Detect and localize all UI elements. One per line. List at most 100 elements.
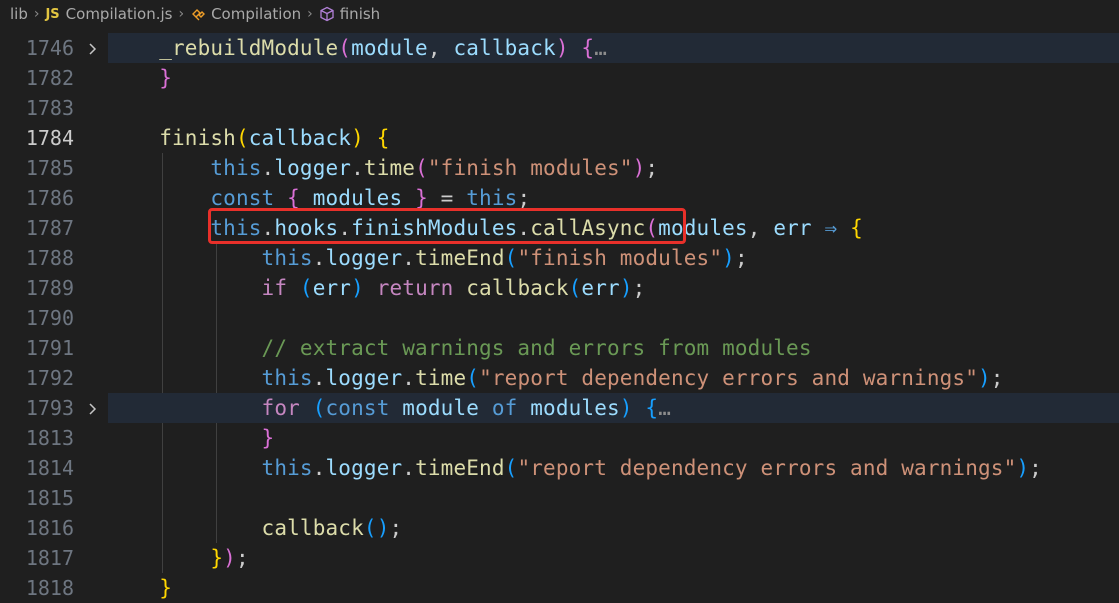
code-editor[interactable]: 1746 _rebuildModule(module, callback) {……: [0, 32, 1119, 600]
code-line[interactable]: 1787 this.hooks.finishModules.callAsync(…: [0, 213, 1119, 243]
chevron-right-icon: ›: [307, 6, 313, 22]
code-token: modules: [312, 186, 403, 210]
code-token: .: [338, 216, 352, 240]
code-token: }: [159, 576, 172, 600]
code-token: modules: [530, 396, 620, 420]
code-line[interactable]: 1788 this.logger.timeEnd("finish modules…: [0, 243, 1119, 273]
code-token: .: [312, 456, 326, 480]
code-token: .: [402, 246, 416, 270]
line-number: 1788: [25, 246, 74, 270]
code-token: ;: [734, 246, 748, 270]
line-number: 1791: [25, 336, 74, 360]
code-token: ): [619, 396, 633, 420]
code-line[interactable]: 1789 if (err) return callback(err);: [0, 273, 1119, 303]
breadcrumb-file[interactable]: Compilation.js: [66, 5, 173, 23]
code-token: .: [351, 156, 364, 180]
code-token: {: [287, 186, 300, 210]
code-token: for: [261, 396, 300, 420]
code-text: }: [108, 63, 172, 93]
code-line[interactable]: 1783: [0, 93, 1119, 123]
code-token: _rebuildModule: [159, 36, 339, 60]
code-line[interactable]: 1793 for (const module of modules) {…: [0, 393, 1119, 423]
js-file-icon: JS: [45, 6, 60, 22]
code-token: (: [299, 276, 313, 300]
code-line[interactable]: 1817 });: [0, 543, 1119, 573]
code-text: this.logger.timeEnd("finish modules");: [108, 243, 748, 273]
code-text: this.logger.timeEnd("report dependency e…: [108, 453, 1042, 483]
code-token: (: [415, 156, 428, 180]
code-line[interactable]: 1746 _rebuildModule(module, callback) {…: [0, 33, 1119, 63]
code-token: "report dependency errors and warnings": [517, 456, 1017, 480]
code-text: this.hooks.finishModules.callAsync(modul…: [108, 213, 863, 243]
code-token: }: [261, 426, 275, 450]
code-token: ;: [632, 276, 646, 300]
code-token: time: [415, 366, 467, 390]
code-line[interactable]: 1815: [0, 483, 1119, 513]
code-line[interactable]: 1786 const { modules } = this;: [0, 183, 1119, 213]
code-token: {: [645, 396, 659, 420]
code-token: this: [210, 156, 262, 180]
code-token: timeEnd: [415, 456, 505, 480]
code-line[interactable]: 1784 finish(callback) {: [0, 123, 1119, 153]
fold-chevron-right-icon[interactable]: [86, 401, 100, 415]
line-number: 1785: [25, 156, 74, 180]
chevron-right-icon: ›: [33, 6, 40, 22]
code-line[interactable]: 1785 this.logger.time("finish modules");: [0, 153, 1119, 183]
code-line[interactable]: 1790: [0, 303, 1119, 333]
code-token: finishModules: [351, 216, 518, 240]
code-token: this: [261, 366, 313, 390]
code-token: (: [363, 516, 377, 540]
code-line[interactable]: 1814 this.logger.timeEnd("report depende…: [0, 453, 1119, 483]
code-token: ;: [990, 366, 1004, 390]
code-line[interactable]: 1813 }: [0, 423, 1119, 453]
code-text: this.logger.time("finish modules");: [108, 153, 658, 183]
code-token: .: [312, 366, 326, 390]
breadcrumb-method[interactable]: finish: [340, 5, 380, 23]
code-line[interactable]: 1816 callback();: [0, 513, 1119, 543]
code-token: callback: [248, 126, 352, 150]
code-token: ;: [1029, 456, 1042, 480]
code-line[interactable]: 1818 }: [0, 573, 1119, 603]
breadcrumb-folder[interactable]: lib: [10, 5, 28, 23]
code-token: {: [850, 216, 863, 240]
code-token: ): [555, 36, 569, 60]
code-token: timeEnd: [415, 246, 505, 270]
code-token: }: [159, 66, 172, 90]
line-number: 1814: [25, 456, 74, 480]
code-line[interactable]: 1782 }: [0, 63, 1119, 93]
code-token: module: [402, 396, 480, 420]
breadcrumb-class[interactable]: Compilation: [211, 5, 301, 23]
line-number: 1786: [25, 186, 74, 210]
code-token: "finish modules": [427, 156, 633, 180]
code-line[interactable]: 1791 // extract warnings and errors from…: [0, 333, 1119, 363]
code-token: ): [632, 156, 646, 180]
code-token: ;: [645, 156, 659, 180]
code-token: }: [210, 546, 224, 570]
code-token: ): [619, 276, 633, 300]
code-token: // extract warnings and errors from modu…: [261, 336, 812, 360]
code-token: time: [363, 156, 416, 180]
code-token: {: [581, 36, 595, 60]
code-token: ): [351, 126, 364, 150]
fold-chevron-right-icon[interactable]: [86, 41, 100, 55]
code-token: =: [427, 186, 467, 210]
code-text: if (err) return callback(err);: [108, 273, 646, 303]
code-token: ;: [389, 516, 403, 540]
line-number: 1816: [25, 516, 74, 540]
code-token: err: [581, 276, 620, 300]
code-text: finish(callback) {: [108, 123, 390, 153]
code-token: module: [351, 36, 428, 60]
code-token: (: [504, 456, 518, 480]
code-line[interactable]: 1792 this.logger.time("report dependency…: [0, 363, 1119, 393]
code-token: return: [376, 276, 454, 300]
chevron-right-icon: ›: [178, 6, 185, 22]
